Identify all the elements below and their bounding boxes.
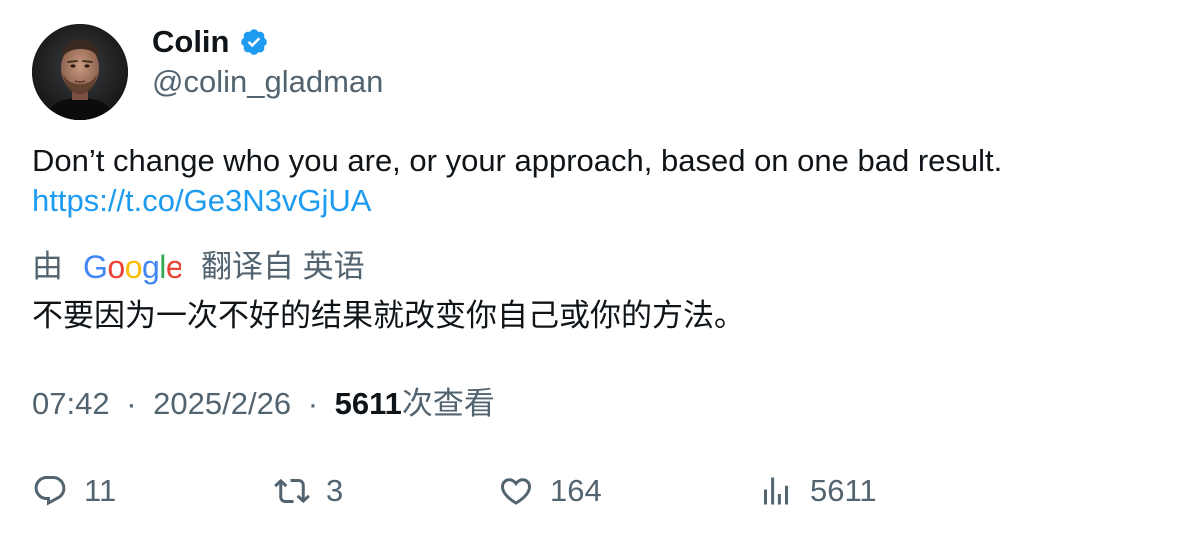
meta-separator: · xyxy=(126,386,137,421)
google-logo-icon[interactable]: Google xyxy=(83,249,184,285)
author-handle[interactable]: @colin_gladman xyxy=(152,62,383,102)
tweet-time[interactable]: 07:42 xyxy=(32,386,110,421)
retweet-button[interactable]: 3 xyxy=(274,471,343,511)
views-label: 次查看 xyxy=(401,386,495,421)
tweet-text: Don’t change who you are, or your approa… xyxy=(32,141,1162,221)
like-button[interactable]: 164 xyxy=(498,471,602,511)
meta-separator: · xyxy=(307,386,319,421)
translation-prefix: 由 xyxy=(32,249,63,284)
views-button[interactable]: 5611 xyxy=(758,471,877,511)
retweet-count: 3 xyxy=(326,473,344,508)
tweet-body: Don’t change who you are, or your approa… xyxy=(32,143,1003,178)
heart-icon xyxy=(498,473,534,509)
views-chart-icon xyxy=(758,473,794,509)
svg-text:Google: Google xyxy=(83,249,181,285)
retweet-icon xyxy=(274,473,310,509)
verified-badge-icon[interactable] xyxy=(239,27,269,57)
tweet-meta: 07:42 · 2025/2/26 · 5611次查看 xyxy=(32,384,495,424)
tweet-date[interactable]: 2025/2/26 xyxy=(153,386,291,421)
tweet-link[interactable]: https://t.co/Ge3N3vGjUA xyxy=(32,181,1162,221)
author-name-row[interactable]: Colin xyxy=(152,22,269,62)
translation-attribution: 由 Google 翻译自 英语 xyxy=(32,247,365,287)
reply-count: 11 xyxy=(84,473,117,508)
views-action-count: 5611 xyxy=(810,473,877,508)
google-logo-text: Google xyxy=(83,249,184,285)
reply-button[interactable]: 11 xyxy=(32,471,116,511)
author-display-name[interactable]: Colin xyxy=(152,22,230,62)
views-count: 5611 xyxy=(334,386,402,421)
like-count: 164 xyxy=(550,473,602,508)
translation-suffix: 翻译自 英语 xyxy=(201,249,365,284)
translated-text: 不要因为一次不好的结果就改变你自己或你的方法。 xyxy=(32,298,745,333)
reply-icon xyxy=(32,473,68,509)
avatar[interactable] xyxy=(32,24,128,120)
